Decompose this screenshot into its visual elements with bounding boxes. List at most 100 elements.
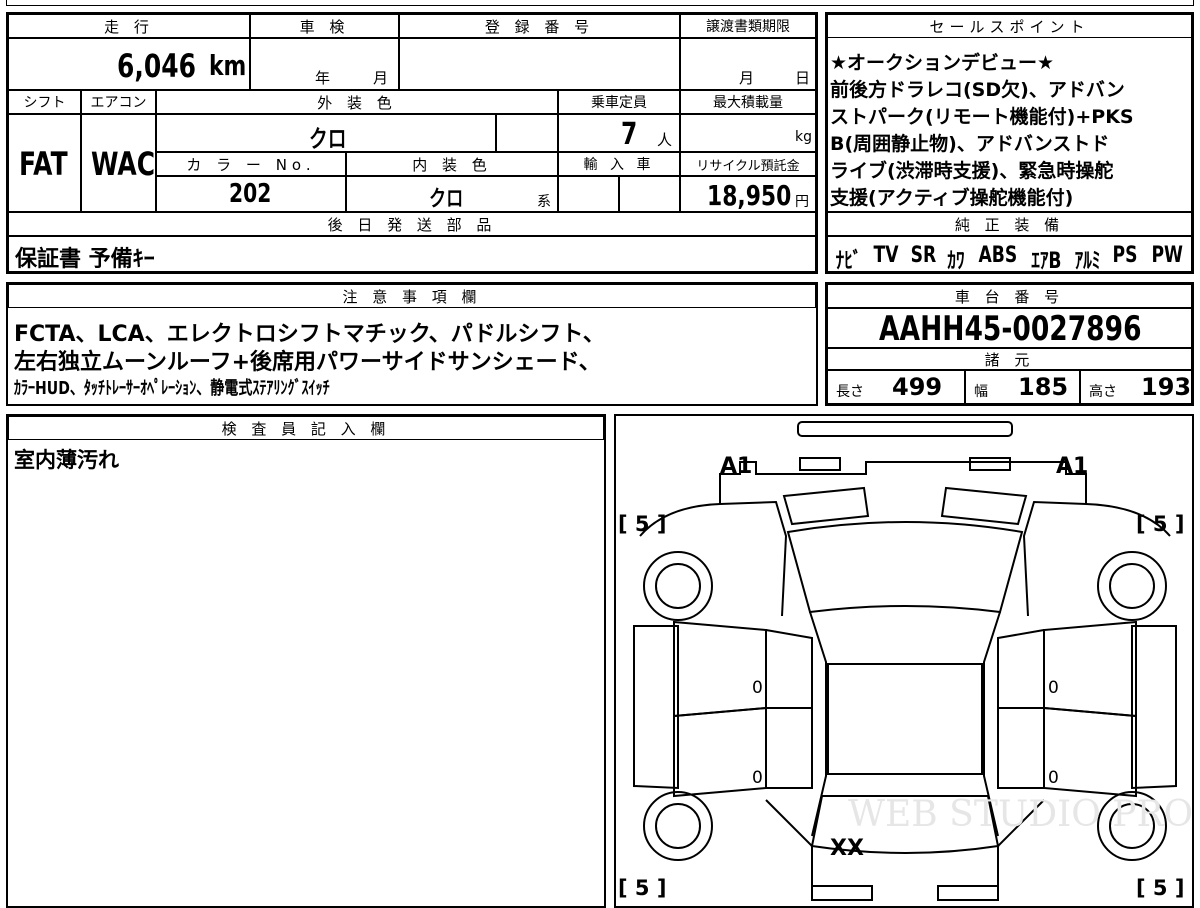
hood-right xyxy=(940,486,1028,526)
interior-color-cell: クロ 系 xyxy=(346,176,558,212)
roof-panel xyxy=(827,663,983,775)
interior-color-unit: 系 xyxy=(537,194,551,210)
transfer-deadline-cell: 月 日 xyxy=(680,38,816,90)
door-right-rear xyxy=(997,707,1044,789)
equipment-item: ｱﾙﾐ xyxy=(1074,249,1101,272)
front-bumper xyxy=(797,421,1013,437)
mileage-value: 6,046 xyxy=(117,47,196,85)
tire-mark-rear-left: [ 5 ] xyxy=(618,876,667,900)
side-left xyxy=(633,625,679,790)
mileage-cell: 6,046 km xyxy=(8,38,250,90)
equipment-item: TV xyxy=(873,243,899,268)
shaken-year-label: 年 xyxy=(315,69,331,87)
import-header: 輸 入 車 xyxy=(558,152,680,176)
max-load-unit: kg xyxy=(795,129,812,145)
spec-height-value: 193 xyxy=(1141,373,1192,401)
door-left-front xyxy=(765,629,813,709)
vehicle-info-grid: 走 行 車 検 登 録 番 号 譲渡書類期限 6,046 km 年 月 月 日 … xyxy=(6,12,818,274)
inspector-text: 室内薄汚れ xyxy=(14,448,119,472)
later-parts-header: 後 日 発 送 部 品 xyxy=(8,212,816,236)
shift-cell: FAT xyxy=(8,114,81,212)
transfer-day-label: 日 xyxy=(795,69,811,87)
chassis-number: AAHH45-0027896 xyxy=(879,309,1142,348)
wheel-front-right xyxy=(1097,551,1167,621)
wheel-rear-left xyxy=(643,791,713,861)
door-right-front xyxy=(997,629,1045,709)
import-cell-left xyxy=(558,176,619,212)
spec-width-label: 幅 xyxy=(974,384,988,400)
equipment-item: ﾅﾋﾞ xyxy=(835,249,862,272)
mileage-header: 走 行 xyxy=(8,14,250,38)
recycle-deposit-unit: 円 xyxy=(795,194,809,210)
wheel-front-left xyxy=(643,551,713,621)
sales-point-body: ★オークションデビュー★ 前後方ドラレコ(SD欠)、アドバン ストパーク(リモー… xyxy=(827,38,1192,212)
equipment-item: SR xyxy=(910,243,937,268)
shift-value: FAT xyxy=(19,145,68,183)
equipment-item: PS xyxy=(1112,243,1138,268)
transfer-deadline-header: 譲渡書類期限 xyxy=(680,14,816,38)
later-parts-cell: 保証書 予備ｷｰ xyxy=(8,236,816,272)
sales-point-line: B(周囲静止物)、アドバンストド xyxy=(830,133,1110,155)
chassis-cell: AAHH45-0027896 xyxy=(827,308,1192,348)
door-mark-front-right: 0 xyxy=(1048,678,1059,698)
door-mark-rear-right: 0 xyxy=(1048,768,1059,788)
rear-damage-mark: XX xyxy=(830,836,864,861)
sales-point-line: 前後方ドラレコ(SD欠)、アドバン xyxy=(830,79,1125,101)
spec-height-cell: 高さ 193 xyxy=(1080,370,1192,404)
capacity-header: 乗車定員 xyxy=(558,90,680,114)
color-no-cell: 202 xyxy=(156,176,346,212)
inspector-header: 検 査 員 記 入 欄 xyxy=(8,416,604,440)
recycle-deposit-cell: 18,950 円 xyxy=(680,176,816,212)
exterior-color-value: クロ xyxy=(309,125,347,152)
equipment-item: ABS xyxy=(977,243,1017,268)
sales-point-header: セールスポイント xyxy=(827,14,1192,38)
tire-mark-rear-right: [ 5 ] xyxy=(1136,876,1185,900)
door-mark-front-left: 0 xyxy=(752,678,763,698)
sales-point-line: ストパーク(リモート機能付)+PKS xyxy=(830,106,1134,128)
car-diagram-box: A1 A1 [ 5 ] [ 5 ] [ 5 ] [ 5 ] 0 0 0 0 XX… xyxy=(614,414,1194,908)
hood-left xyxy=(782,486,870,526)
notes-line: ｶﾗｰHUD、ﾀｯﾁﾄﾚｰｻｰｵﾍﾟﾚｰｼｮﾝ、静電式ｽﾃｱﾘﾝｸﾞｽｲｯﾁ xyxy=(14,378,330,399)
sales-point-line: ライブ(渋滞時支援)、緊急時操舵 xyxy=(830,160,1114,182)
later-parts-value: 保証書 予備ｷｰ xyxy=(15,247,155,272)
spec-length-value: 499 xyxy=(892,373,943,401)
spec-length-cell: 長さ 499 xyxy=(827,370,965,404)
capacity-cell: 7 人 xyxy=(558,114,680,152)
mark-a1-left: A1 xyxy=(720,454,753,479)
exterior-color-cell: クロ xyxy=(156,114,496,152)
exterior-color-header: 外 装 色 xyxy=(156,90,558,114)
notes-box: 注 意 事 項 欄 FCTA、LCA、エレクトロシフトマチック、パドルシフト、 … xyxy=(6,282,818,406)
sales-point-line: ★オークションデビュー★ xyxy=(830,52,1055,74)
headlight-right xyxy=(969,457,1011,471)
registration-header: 登 録 番 号 xyxy=(399,14,680,38)
watermark: WEB STUDIO PRO xyxy=(848,794,1194,835)
specs-header: 諸 元 xyxy=(827,348,1192,370)
capacity-unit: 人 xyxy=(657,131,673,149)
tire-mark-front-right: [ 5 ] xyxy=(1136,512,1185,536)
rear-bumper-left xyxy=(811,885,873,901)
door-mark-rear-left: 0 xyxy=(752,768,763,788)
shaken-month-label: 月 xyxy=(373,69,389,87)
shaken-cell: 年 月 xyxy=(250,38,399,90)
transfer-month-label: 月 xyxy=(739,69,755,87)
sales-point-box: セールスポイント ★オークションデビュー★ 前後方ドラレコ(SD欠)、アドバン … xyxy=(825,12,1194,274)
import-cell-right xyxy=(619,176,680,212)
windshield xyxy=(786,521,1024,614)
recycle-deposit-value: 18,950 xyxy=(707,179,792,212)
interior-color-value: クロ xyxy=(429,187,464,212)
recycle-deposit-header: リサイクル預託金 xyxy=(680,152,816,176)
spec-height-label: 高さ xyxy=(1089,384,1117,400)
equipment-item: PW xyxy=(1150,243,1183,268)
ac-value: WAC xyxy=(91,145,156,183)
equipment-item: ｴｱB xyxy=(1031,249,1062,272)
color-no-header: カ ラ ー No. xyxy=(156,152,346,176)
max-load-header: 最大積載量 xyxy=(680,90,816,114)
shift-header: シフト xyxy=(8,90,81,114)
ac-header: エアコン xyxy=(81,90,156,114)
equipment-cell: ﾅﾋﾞ TV SR ｶﾜ ABS ｴｱB ｱﾙﾐ PS PW xyxy=(827,236,1192,272)
door-left-rear xyxy=(766,707,813,789)
notes-header: 注 意 事 項 欄 xyxy=(8,284,816,308)
spec-length-label: 長さ xyxy=(836,384,864,400)
interior-color-header: 内 装 色 xyxy=(346,152,558,176)
top-strip xyxy=(6,0,1194,6)
